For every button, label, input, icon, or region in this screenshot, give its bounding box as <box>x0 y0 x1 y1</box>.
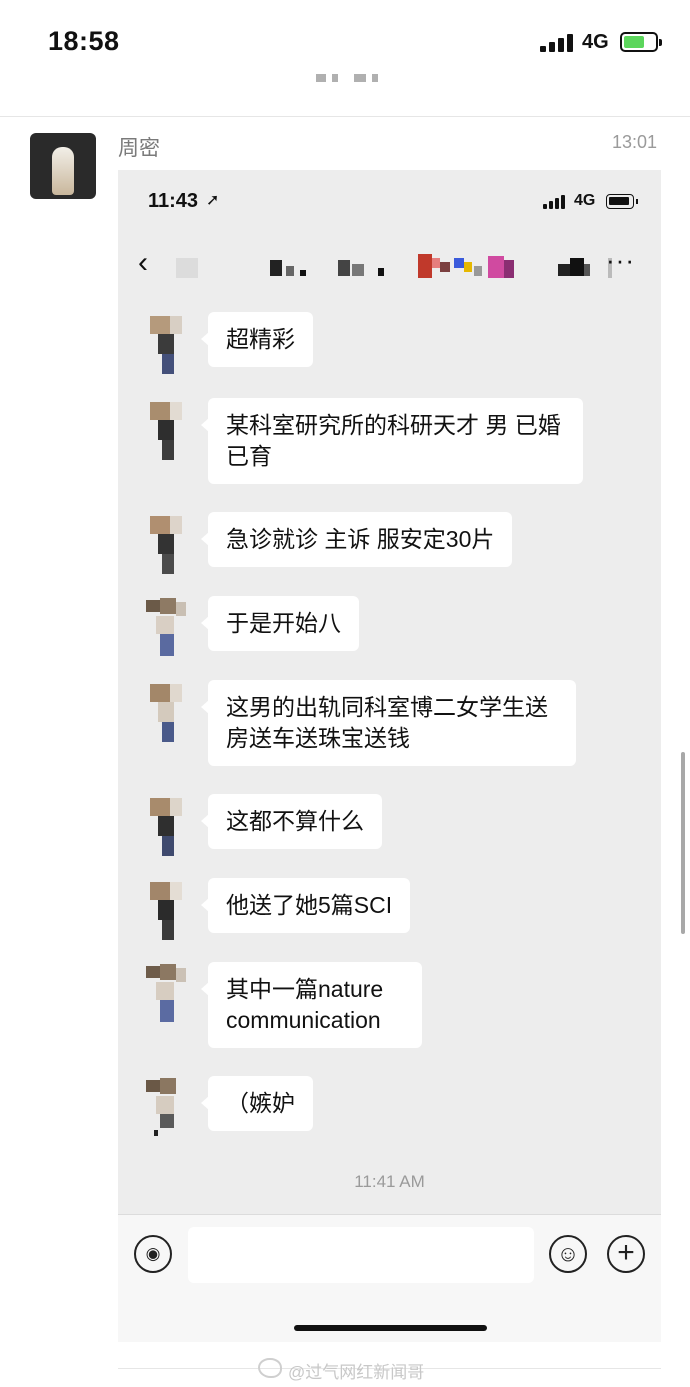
plus-icon[interactable]: + <box>607 1235 645 1273</box>
message-text: 超精彩 <box>226 326 295 352</box>
location-icon: ➚ <box>206 192 220 209</box>
network-label: 4G <box>582 31 609 53</box>
back-icon[interactable]: ‹ <box>138 246 164 280</box>
voice-icon[interactable]: ◉ <box>134 1235 172 1273</box>
message-bubble[interactable]: （嫉妒 <box>201 1076 313 1131</box>
pixelated-avatar[interactable] <box>136 962 194 1028</box>
scrollbar[interactable] <box>681 752 685 934</box>
emoji-icon[interactable]: ☺ <box>549 1235 587 1273</box>
pixelated-avatar[interactable] <box>136 680 194 746</box>
message-text: 急诊就诊 主诉 服安定30片 <box>226 526 495 552</box>
status-time: 18:58 <box>48 26 120 56</box>
screenshot-network-label: 4G <box>574 192 596 209</box>
message-bubble[interactable]: 急诊就诊 主诉 服安定30片 <box>200 512 513 567</box>
message-text: （嫉妒 <box>226 1090 295 1116</box>
pixelated-avatar[interactable] <box>136 398 194 464</box>
more-icon[interactable]: ··· <box>606 247 640 278</box>
message-text: 他送了她5篇SCI <box>226 892 393 918</box>
poster-name[interactable]: 周密 <box>118 132 160 162</box>
message-input[interactable] <box>188 1227 534 1283</box>
pixelated-avatar[interactable] <box>136 596 194 662</box>
message-text: 这男的出轨同科室博二女学生送房送车送珠宝送钱 <box>226 694 548 751</box>
home-indicator <box>294 1325 487 1331</box>
chat-nav-bar: ‹ ··· <box>118 230 661 296</box>
embedded-chat-screenshot[interactable]: 11:43 ➚ 4G ‹ ··· 超精彩 某科室研究所的科研天才 男 已婚已育 … <box>118 170 661 1342</box>
message-bubble[interactable]: 这男的出轨同科室博二女学生送房送车送珠宝送钱 <box>201 680 576 766</box>
post-time: 13:01 <box>612 132 658 152</box>
watermark: @过气网红新闻哥 <box>288 1363 425 1382</box>
screenshot-battery-icon <box>606 194 638 209</box>
pixelated-avatar[interactable] <box>136 1076 194 1142</box>
pixelated-avatar[interactable] <box>136 878 194 944</box>
message-bubble[interactable]: 这都不算什么 <box>201 794 382 849</box>
message-text: 这都不算什么 <box>226 808 364 834</box>
weibo-logo-icon <box>258 1358 282 1378</box>
signal-icon <box>540 34 574 52</box>
pixelated-avatar[interactable] <box>136 312 194 378</box>
message-text: 某科室研究所的科研天才 男 已婚已育 <box>226 412 561 469</box>
chat-input-bar: ◉ ☺ + <box>118 1214 661 1342</box>
pixelated-chat-title <box>168 252 612 278</box>
message-text: 其中一篇nature communication <box>226 976 384 1033</box>
battery-icon <box>620 32 662 52</box>
message-bubble[interactable]: 他送了她5篇SCI <box>200 878 411 933</box>
cropped-header-remnant <box>310 74 380 82</box>
poster-avatar[interactable] <box>30 133 96 199</box>
message-bubble[interactable]: 于是开始八 <box>201 596 359 651</box>
chat-timestamp: 11:41 AM <box>354 1172 425 1191</box>
pixelated-avatar[interactable] <box>136 512 194 578</box>
message-bubble[interactable]: 超精彩 <box>201 312 313 367</box>
message-bubble[interactable]: 某科室研究所的科研天才 男 已婚已育 <box>201 398 583 484</box>
screenshot-time: 11:43 <box>148 190 199 212</box>
divider <box>0 116 690 117</box>
message-text: 于是开始八 <box>226 610 341 636</box>
screenshot-signal-icon <box>543 195 567 209</box>
screenshot-status-bar: 11:43 ➚ 4G <box>118 170 661 230</box>
message-bubble[interactable]: 其中一篇nature communication <box>201 962 422 1048</box>
chat-message-list: 超精彩 某科室研究所的科研天才 男 已婚已育 急诊就诊 主诉 服安定30片 于是… <box>118 296 661 1214</box>
pixelated-avatar[interactable] <box>136 794 194 860</box>
